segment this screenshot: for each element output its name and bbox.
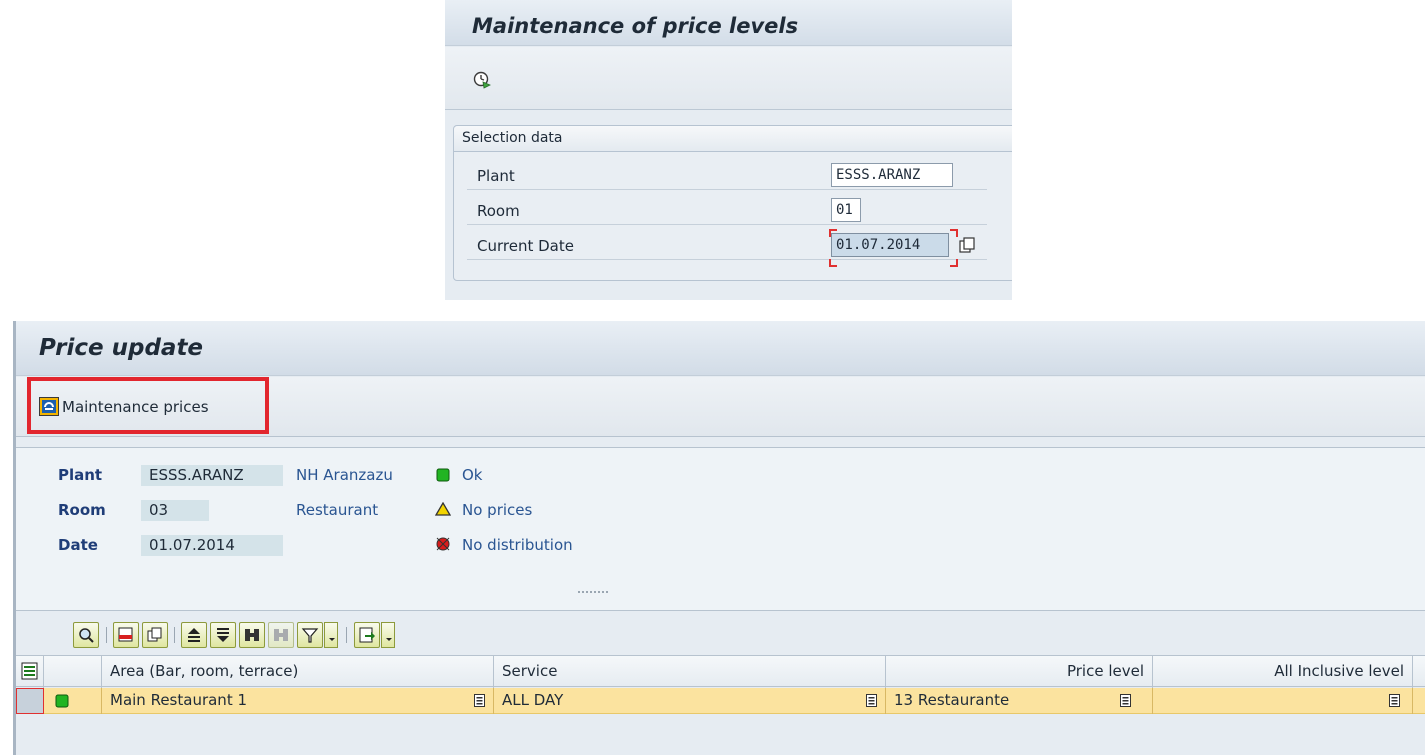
panel-splitter[interactable]: [578, 591, 608, 594]
area-cell[interactable]: Main Restaurant 1: [102, 688, 494, 714]
export-dropdown[interactable]: [381, 622, 395, 648]
focus-corner: [829, 259, 837, 267]
status-column-header[interactable]: [44, 656, 102, 688]
room-label: Room: [58, 501, 106, 519]
date-value: 01.07.2014: [141, 535, 283, 556]
maintenance-price-levels-window: Maintenance of price levels Selection da…: [445, 0, 1012, 300]
current-date-input[interactable]: 01.07.2014: [831, 233, 949, 257]
plant-label: Plant: [58, 466, 103, 484]
window-title: Maintenance of price levels: [472, 14, 799, 38]
application-toolbar: [445, 47, 1012, 110]
focus-corner: [950, 229, 958, 237]
selection-data-title: Selection data: [454, 126, 1012, 152]
info-panel: Plant ESSS.ARANZ NH Aranzazu Room 03 Res…: [16, 447, 1425, 611]
maintenance-prices-button[interactable]: Maintenance prices: [27, 377, 269, 434]
details-button[interactable]: [73, 622, 99, 648]
green-square-icon: [55, 694, 69, 708]
plant-row: Plant ESSS.ARANZ: [467, 160, 987, 190]
room-input[interactable]: 01: [831, 198, 861, 222]
service-value: ALL DAY: [502, 691, 564, 709]
value-help-icon[interactable]: [866, 694, 877, 707]
room-value: 03: [141, 500, 209, 521]
maintenance-icon: [39, 397, 59, 416]
legend-no-distribution: No distribution: [462, 536, 573, 554]
window-title-bar: Price update: [16, 321, 1425, 376]
current-date-label: Current Date: [477, 237, 574, 255]
sort-ascending-button[interactable]: [181, 622, 207, 648]
table-row[interactable]: Main Restaurant 1 ALL DAY 13 Restaurante: [16, 688, 1425, 714]
toolbar-separator: [346, 627, 347, 643]
focus-corner: [950, 259, 958, 267]
delete-row-icon: [118, 627, 133, 642]
binoculars-icon: [245, 629, 259, 641]
window-title-bar: Maintenance of price levels: [445, 0, 1012, 46]
plant-name: NH Aranzazu: [296, 466, 393, 484]
filter-button[interactable]: [297, 622, 323, 648]
room-row: Room 01: [467, 195, 987, 225]
plant-label: Plant: [477, 167, 515, 185]
value-help-icon[interactable]: [474, 694, 485, 707]
find-next-icon: [274, 629, 288, 641]
service-column-header[interactable]: Service: [494, 656, 886, 688]
area-column-header[interactable]: Area (Bar, room, terrace): [102, 656, 494, 688]
date-label: Date: [58, 536, 98, 554]
current-date-row: Current Date 01.07.2014: [467, 230, 987, 260]
yellow-triangle-icon: [435, 502, 451, 516]
find-button[interactable]: [239, 622, 265, 648]
plant-value: ESSS.ARANZ: [141, 465, 283, 486]
red-circle-icon: [436, 537, 450, 551]
price-level-cell[interactable]: 13 Restaurante: [886, 688, 1153, 714]
find-next-button[interactable]: [268, 622, 294, 648]
row-selector[interactable]: [16, 688, 44, 714]
value-help-icon[interactable]: [1120, 694, 1131, 707]
plant-input[interactable]: ESSS.ARANZ: [831, 163, 953, 187]
export-icon: [359, 627, 375, 643]
sort-descending-icon: [217, 628, 229, 642]
all-inclusive-column-header[interactable]: All Inclusive level: [1153, 656, 1413, 688]
price-level-column-header[interactable]: Price level: [886, 656, 1153, 688]
price-level-value: 13 Restaurante: [894, 691, 1010, 709]
toolbar-separator: [174, 627, 175, 643]
maintenance-prices-label: Maintenance prices: [62, 398, 209, 416]
service-cell[interactable]: ALL DAY: [494, 688, 886, 714]
layout-icon: [21, 662, 38, 680]
select-all-cell[interactable]: [16, 656, 44, 688]
application-toolbar: Maintenance prices: [16, 377, 1425, 437]
export-button[interactable]: [354, 622, 380, 648]
room-label: Room: [477, 202, 520, 220]
grid-toolbar: [16, 617, 1425, 653]
copy-row-icon: [147, 627, 162, 642]
filter-dropdown[interactable]: [324, 622, 338, 648]
filter-icon: [301, 628, 319, 643]
copy-row-button[interactable]: [142, 622, 168, 648]
sort-descending-button[interactable]: [210, 622, 236, 648]
toolbar-separator: [106, 627, 107, 643]
green-square-icon: [436, 468, 450, 482]
legend-ok: Ok: [462, 466, 483, 484]
area-value: Main Restaurant 1: [110, 691, 248, 709]
calendar-help-icon[interactable]: [959, 237, 975, 253]
delete-row-button[interactable]: [113, 622, 139, 648]
execute-clock-icon[interactable]: [473, 71, 491, 89]
legend-no-prices: No prices: [462, 501, 533, 519]
focus-corner: [829, 229, 837, 237]
price-update-window: Price update Maintenance prices Plant ES…: [13, 321, 1425, 755]
sort-ascending-icon: [188, 628, 200, 642]
value-help-icon[interactable]: [1389, 694, 1400, 707]
magnifier-icon: [79, 628, 94, 643]
all-inclusive-cell[interactable]: [1153, 688, 1413, 714]
window-title: Price update: [39, 335, 204, 361]
status-cell: [44, 688, 102, 714]
room-name: Restaurant: [296, 501, 379, 519]
grid-header: Area (Bar, room, terrace) Service Price …: [16, 655, 1425, 688]
